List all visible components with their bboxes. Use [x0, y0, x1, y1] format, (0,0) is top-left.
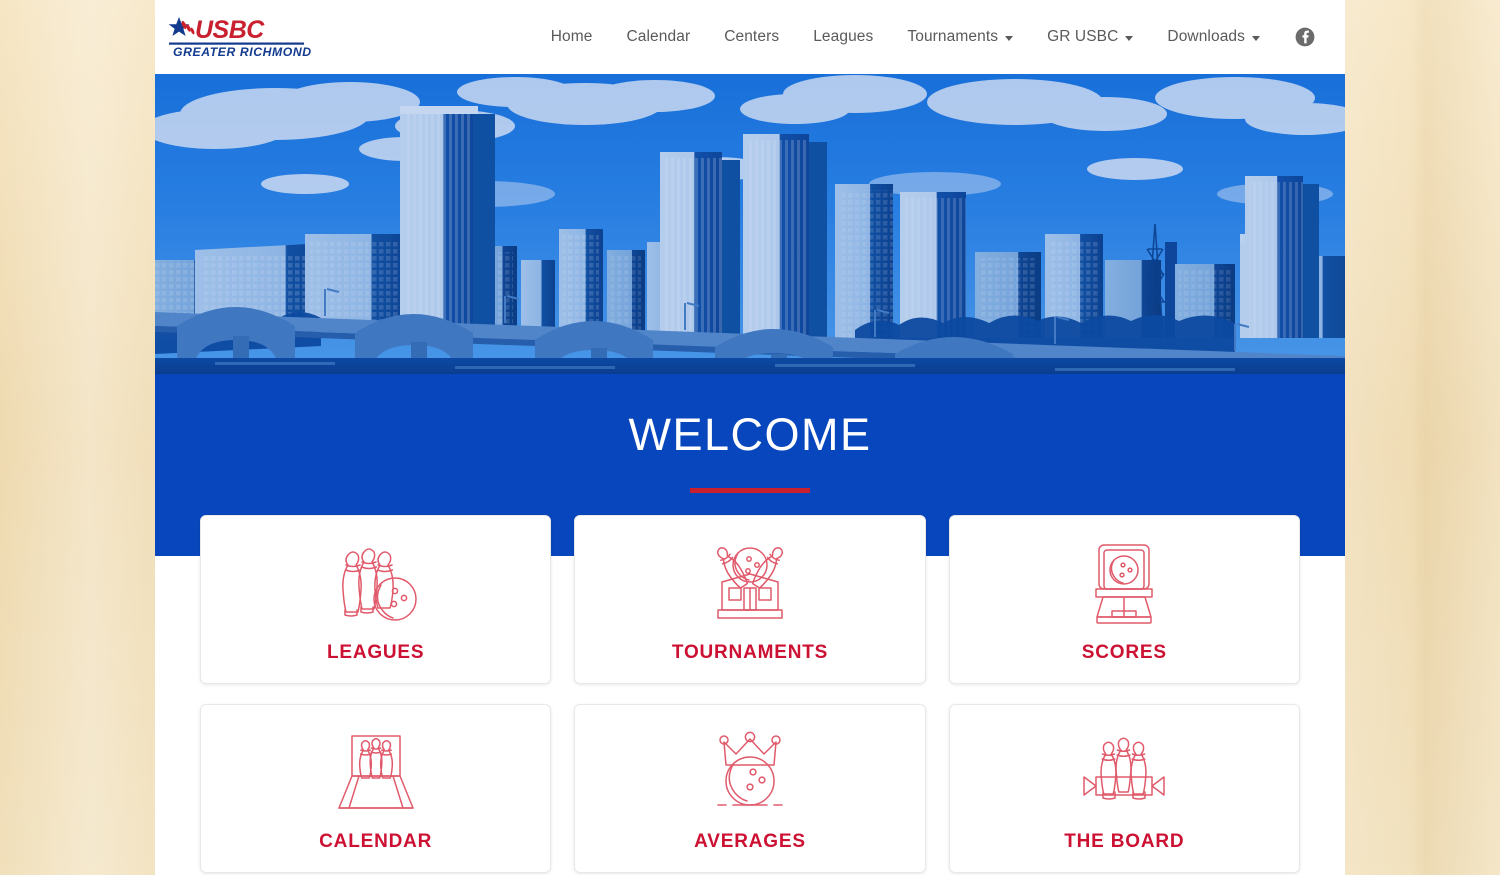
chevron-down-icon	[1252, 35, 1260, 41]
pins-with-banner-icon	[1080, 729, 1168, 817]
facebook-icon	[1295, 27, 1315, 47]
tile-label: TOURNAMENTS	[671, 641, 829, 663]
bowling-alley-building-icon	[707, 540, 793, 628]
nav-item-leagues[interactable]: Leagues	[796, 0, 890, 74]
quick-links-row-1: LEAGUES TOURNAMENTS SCORES	[200, 515, 1300, 684]
nav-label: Downloads	[1167, 28, 1245, 45]
tile-averages[interactable]: AVERAGES	[574, 704, 926, 873]
crowned-ball-icon	[712, 729, 788, 817]
nav-item-centers[interactable]: Centers	[707, 0, 796, 74]
nav-label: GR USBC	[1047, 28, 1119, 45]
title-underline-accent	[690, 487, 810, 493]
chevron-down-icon	[1125, 35, 1134, 41]
page-title: WELCOME	[628, 409, 872, 460]
main-navigation: Home Calendar Centers Leagues Tournament…	[534, 0, 1325, 74]
chevron-down-icon	[1005, 35, 1014, 41]
lane-with-pins-icon	[334, 729, 418, 817]
quick-links-grid: LEAGUES TOURNAMENTS SCORES CALENDAR AVER…	[155, 515, 1345, 875]
site-header: USBC GREATER RICHMOND Home Calendar Cent…	[155, 0, 1345, 74]
tile-label: AVERAGES	[694, 830, 806, 852]
tile-label: SCORES	[1081, 641, 1167, 663]
tile-calendar[interactable]: CALENDAR	[200, 704, 552, 873]
tile-label: CALENDAR	[319, 830, 433, 852]
svg-text:USBC: USBC	[195, 16, 265, 44]
nav-item-home[interactable]: Home	[534, 0, 610, 74]
nav-item-downloads[interactable]: Downloads	[1150, 0, 1277, 74]
nav-item-calendar[interactable]: Calendar	[610, 0, 708, 74]
tile-the-board[interactable]: THE BOARD	[948, 704, 1300, 873]
hero-banner	[155, 74, 1345, 374]
nav-label: Tournaments	[907, 28, 999, 45]
nav-label: Calendar	[626, 28, 691, 45]
nav-item-gr-usbc[interactable]: GR USBC	[1030, 0, 1150, 74]
pins-and-ball-icon	[332, 540, 420, 628]
facebook-link[interactable]	[1277, 0, 1325, 74]
tile-label: THE BOARD	[1064, 830, 1185, 852]
quick-links-row-2: CALENDAR AVERAGES THE BOARD	[200, 704, 1300, 873]
svg-text:GREATER RICHMOND: GREATER RICHMOND	[173, 45, 312, 59]
content-column: USBC GREATER RICHMOND Home Calendar Cent…	[155, 0, 1345, 875]
nav-label: Leagues	[813, 28, 874, 45]
site-logo[interactable]: USBC GREATER RICHMOND	[167, 13, 312, 61]
usbc-greater-richmond-logo: USBC GREATER RICHMOND	[168, 16, 312, 59]
richmond-skyline-image	[155, 74, 1345, 374]
scoreboard-trophy-icon	[1084, 540, 1164, 628]
nav-label: Home	[550, 28, 593, 45]
nav-item-tournaments[interactable]: Tournaments	[890, 0, 1030, 74]
tile-tournaments[interactable]: TOURNAMENTS	[574, 515, 926, 684]
tile-label: LEAGUES	[326, 641, 425, 663]
nav-label: Centers	[724, 28, 780, 45]
page-root: USBC GREATER RICHMOND Home Calendar Cent…	[0, 0, 1500, 875]
tile-scores[interactable]: SCORES	[948, 515, 1300, 684]
tile-leagues[interactable]: LEAGUES	[200, 515, 552, 684]
